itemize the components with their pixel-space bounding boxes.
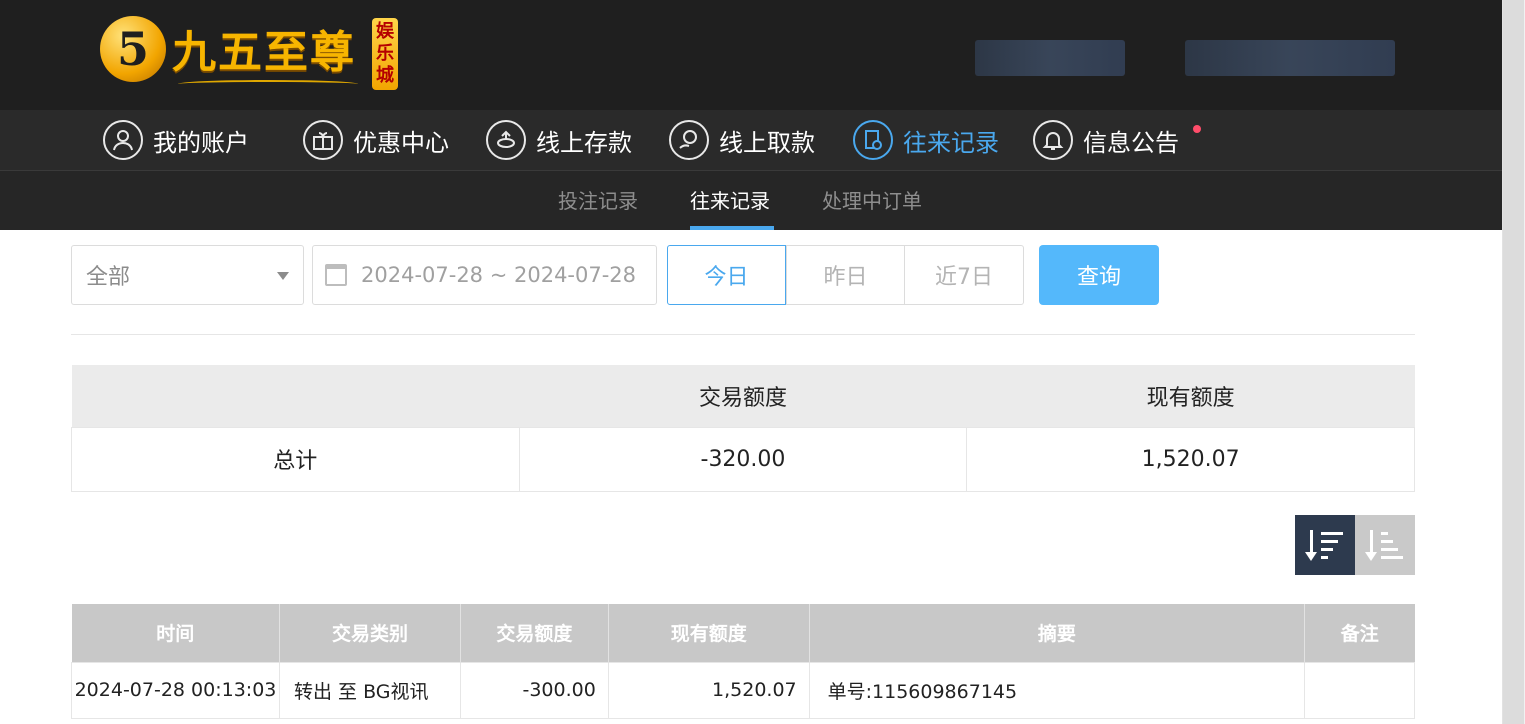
nav-label: 线上存款 [536,128,632,157]
nav-item-transactions[interactable]: 往来记录 [853,118,999,162]
summary-header-trade-amount: 交易额度 [519,365,967,427]
records-icon [853,120,893,160]
records-table: 时间 交易类别 交易额度 现有额度 摘要 备注 2024-07-28 00:13… [71,604,1415,719]
query-button[interactable]: 查询 [1039,245,1159,305]
sub-nav: 投注记录 往来记录 处理中订单 [0,171,1502,230]
summary-trade-amount: -320.00 [518,426,968,492]
logo-text: 九五至尊 [172,27,356,78]
active-tab-indicator [690,226,774,230]
date-range-value: 2024-07-28 ~ 2024-07-28 [361,263,637,287]
nav-item-my-account[interactable]: 我的账户 [103,118,249,162]
summary-balance: 1,520.07 [966,426,1415,492]
tab-transaction-records[interactable]: 往来记录 [690,185,770,214]
cell-balance: 1,520.07 [607,661,810,719]
logo-mark: 5 [100,16,166,82]
summary-header-balance: 现有额度 [966,365,1415,427]
nav-item-deposit[interactable]: 线上存款 [486,118,632,162]
user-icon [103,120,143,160]
withdraw-icon [669,120,709,160]
nav-item-announcements[interactable]: 信息公告 [1033,118,1179,162]
summary-total-label: 总计 [71,426,520,492]
cell-time: 2024-07-28 00:13:03 [71,661,280,719]
sort-ascending-icon [1365,528,1405,562]
calendar-icon [325,264,347,286]
cell-summary: 单号:115609867145 [808,661,1306,719]
col-header-amount[interactable]: 交易额度 [460,604,609,662]
bell-icon [1033,120,1073,160]
chevron-down-icon [277,272,289,280]
divider [71,334,1415,335]
cell-note [1304,661,1415,719]
nav-label: 优惠中心 [353,128,449,157]
type-select[interactable]: 全部 [71,245,304,305]
summary-table: 交易额度 现有额度 总计 -320.00 1,520.07 [71,365,1415,492]
col-header-time[interactable]: 时间 [71,604,280,662]
col-header-type[interactable]: 交易类别 [279,604,461,662]
top-header: 5 九五至尊 娱乐城 [0,0,1502,110]
nav-label: 我的账户 [153,128,249,157]
nav-label: 信息公告 [1083,128,1179,157]
nav-label: 往来记录 [903,128,999,157]
records-header-row: 时间 交易类别 交易额度 现有额度 摘要 备注 [71,604,1415,662]
sort-descending-button[interactable] [1295,515,1355,575]
sort-ascending-button[interactable] [1355,515,1415,575]
date-range-picker[interactable]: 2024-07-28 ~ 2024-07-28 [312,245,657,305]
summary-total-row: 总计 -320.00 1,520.07 [71,426,1415,492]
cell-type: 转出 至 BG视讯 [278,661,461,719]
type-select-value: 全部 [86,265,131,290]
col-header-balance[interactable]: 现有额度 [608,604,810,662]
logo-ornament [178,80,358,88]
cell-amount: -300.00 [459,661,609,719]
last-7-days-button[interactable]: 近7日 [904,245,1024,305]
sort-descending-icon [1305,528,1345,562]
logo-badge: 娱乐城 [372,18,398,90]
main-nav: 我的账户 优惠中心 线上存款 线上取款 往来记录 信息公告 [0,110,1502,171]
username-blurred [975,40,1125,76]
nav-item-withdraw[interactable]: 线上取款 [669,118,815,162]
balance-blurred [1185,40,1395,76]
tab-bet-records[interactable]: 投注记录 [558,185,638,214]
summary-header-empty [71,365,520,427]
notification-dot [1193,125,1201,133]
scrollbar-thumb[interactable] [1503,0,1524,724]
table-row[interactable]: 2024-07-28 00:13:03 转出 至 BG视讯 -300.00 1,… [71,661,1415,719]
col-header-note[interactable]: 备注 [1304,604,1415,662]
today-button[interactable]: 今日 [667,245,786,305]
yesterday-button[interactable]: 昨日 [786,245,905,305]
summary-header-row: 交易额度 现有额度 [71,365,1415,427]
tab-pending-orders[interactable]: 处理中订单 [822,185,922,214]
nav-label: 线上取款 [719,128,815,157]
site-logo[interactable]: 5 九五至尊 娱乐城 [100,14,400,92]
deposit-icon [486,120,526,160]
col-header-summary[interactable]: 摘要 [809,604,1306,662]
gift-icon [303,120,343,160]
nav-item-promotions[interactable]: 优惠中心 [303,118,449,162]
